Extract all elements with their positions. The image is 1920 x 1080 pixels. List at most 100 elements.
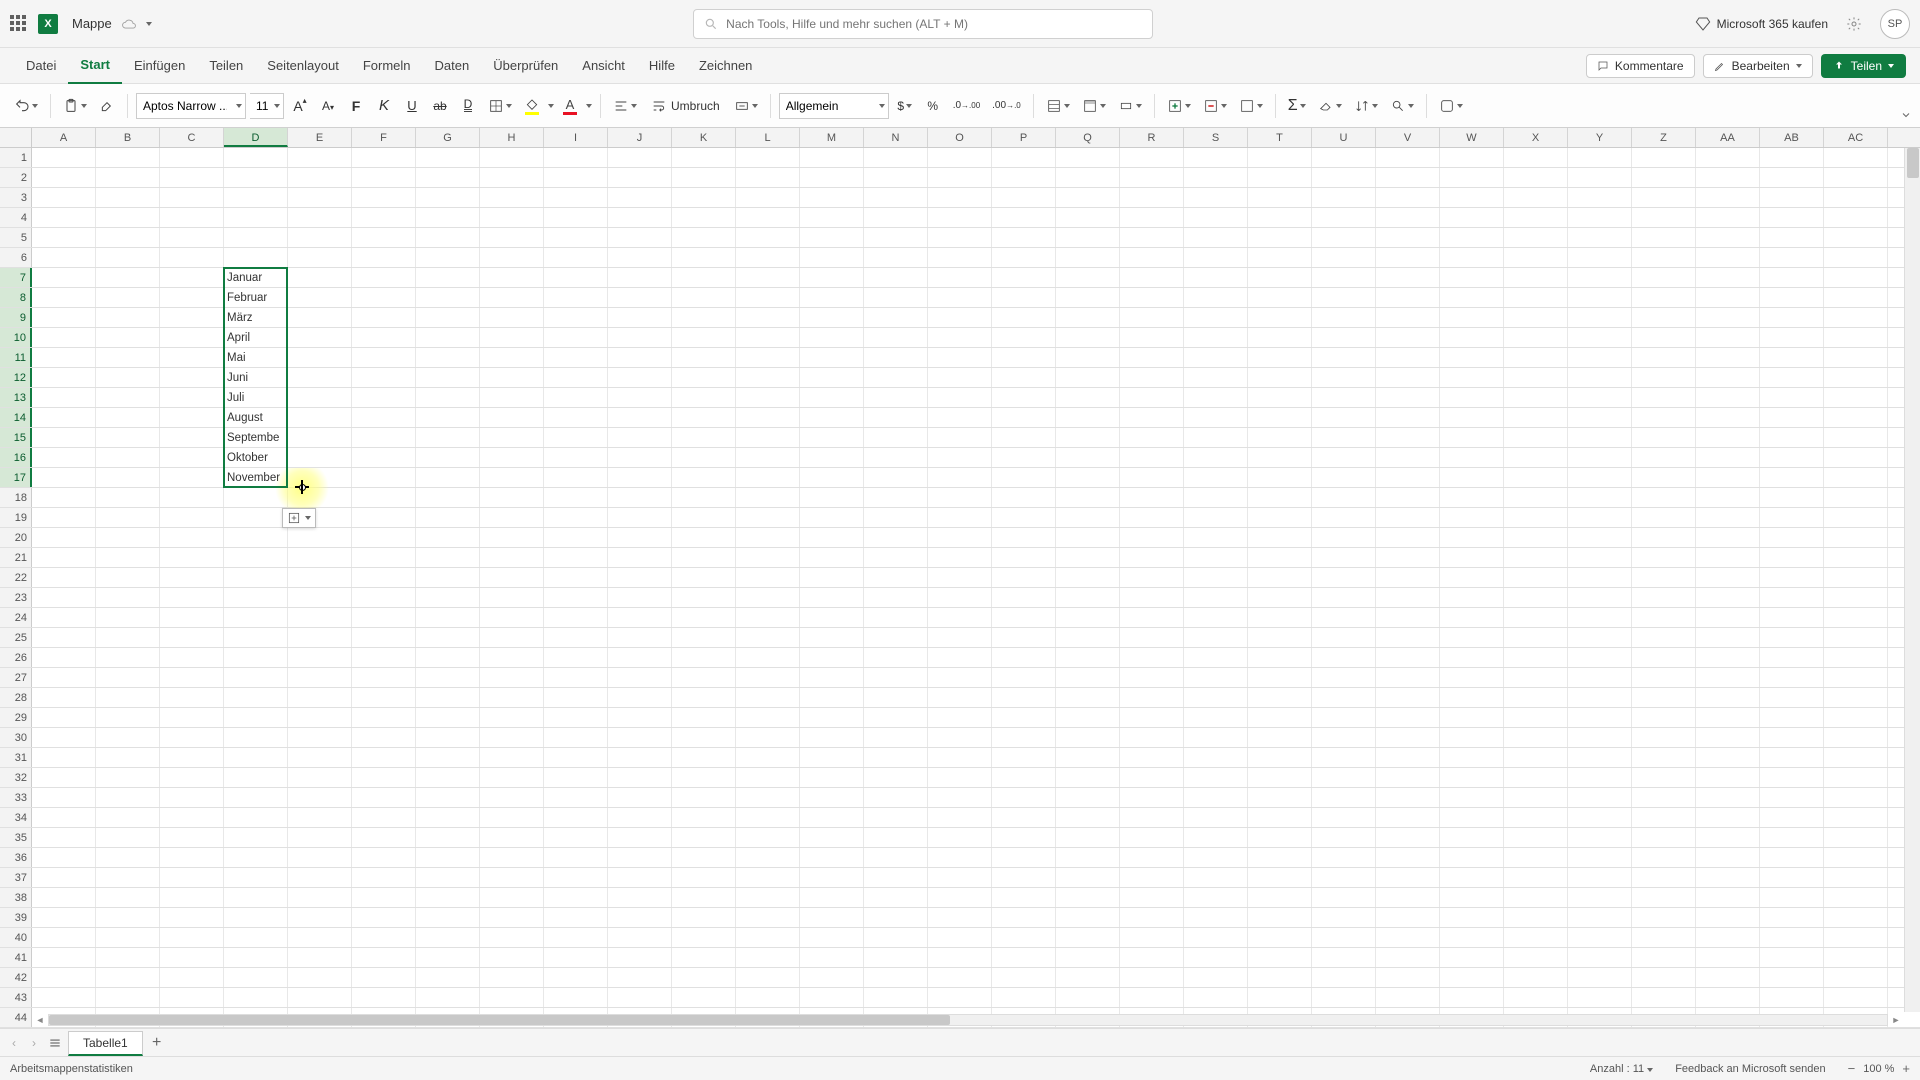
cell[interactable] <box>608 608 672 627</box>
cell[interactable] <box>1312 588 1376 607</box>
cell[interactable] <box>544 368 608 387</box>
autofill-options-button[interactable] <box>282 508 316 528</box>
cell[interactable] <box>672 548 736 567</box>
cell[interactable] <box>352 468 416 487</box>
cell[interactable] <box>544 328 608 347</box>
cell[interactable] <box>736 968 800 987</box>
cell[interactable] <box>160 328 224 347</box>
cell[interactable] <box>96 548 160 567</box>
cell[interactable] <box>352 508 416 527</box>
cell[interactable] <box>160 368 224 387</box>
font-color-button[interactable]: A <box>558 92 582 120</box>
cell[interactable] <box>1504 248 1568 267</box>
cell[interactable] <box>1824 928 1888 947</box>
cell[interactable] <box>544 928 608 947</box>
cell[interactable] <box>480 228 544 247</box>
cell[interactable] <box>480 348 544 367</box>
cell[interactable] <box>32 588 96 607</box>
cell[interactable] <box>1440 548 1504 567</box>
cell[interactable] <box>864 588 928 607</box>
cell[interactable] <box>1056 988 1120 1007</box>
cell[interactable] <box>1248 168 1312 187</box>
cell[interactable] <box>1312 888 1376 907</box>
cell[interactable] <box>1504 868 1568 887</box>
cell[interactable] <box>1248 288 1312 307</box>
cell[interactable] <box>1696 908 1760 927</box>
column-header[interactable]: J <box>608 128 672 147</box>
cell[interactable] <box>32 348 96 367</box>
cell[interactable] <box>160 628 224 647</box>
cell[interactable] <box>32 708 96 727</box>
cell[interactable] <box>864 408 928 427</box>
cell[interactable] <box>1760 668 1824 687</box>
cell[interactable] <box>1120 168 1184 187</box>
cell[interactable] <box>1120 448 1184 467</box>
cell[interactable] <box>416 708 480 727</box>
paste-button[interactable] <box>59 92 91 120</box>
cell[interactable] <box>480 428 544 447</box>
cell[interactable] <box>352 948 416 967</box>
cell[interactable] <box>544 588 608 607</box>
cell[interactable] <box>1376 648 1440 667</box>
cell[interactable] <box>1568 368 1632 387</box>
cell[interactable] <box>864 668 928 687</box>
cell[interactable] <box>1696 488 1760 507</box>
cell[interactable] <box>1504 548 1568 567</box>
cell[interactable] <box>1312 448 1376 467</box>
cell[interactable] <box>96 808 160 827</box>
cell[interactable] <box>800 328 864 347</box>
horizontal-scrollbar[interactable]: ◄ ► <box>32 1012 1904 1028</box>
cell[interactable]: November <box>224 468 288 487</box>
format-painter-button[interactable] <box>95 92 119 120</box>
cell[interactable] <box>736 208 800 227</box>
cell[interactable] <box>288 228 352 247</box>
cell[interactable] <box>544 228 608 247</box>
cell[interactable]: Septembe <box>224 428 288 447</box>
cell[interactable] <box>160 888 224 907</box>
cell[interactable] <box>1504 348 1568 367</box>
cell[interactable] <box>544 188 608 207</box>
cell[interactable] <box>800 308 864 327</box>
cell[interactable] <box>992 788 1056 807</box>
format-as-table-button[interactable] <box>1078 92 1110 120</box>
cell[interactable] <box>1376 348 1440 367</box>
cell[interactable] <box>864 868 928 887</box>
cell[interactable] <box>1440 188 1504 207</box>
cell[interactable] <box>800 828 864 847</box>
cell[interactable] <box>160 408 224 427</box>
cell[interactable] <box>800 968 864 987</box>
cell[interactable] <box>1696 548 1760 567</box>
cell[interactable] <box>672 608 736 627</box>
cell[interactable] <box>1568 928 1632 947</box>
cell[interactable] <box>992 668 1056 687</box>
cell[interactable] <box>1760 988 1824 1007</box>
cell[interactable] <box>1440 588 1504 607</box>
cell[interactable] <box>288 608 352 627</box>
cell[interactable] <box>416 668 480 687</box>
cell[interactable] <box>352 368 416 387</box>
cell[interactable] <box>864 208 928 227</box>
cell[interactable] <box>1696 968 1760 987</box>
cell[interactable] <box>1184 908 1248 927</box>
cell[interactable] <box>1312 468 1376 487</box>
cell[interactable] <box>992 288 1056 307</box>
cell[interactable] <box>1056 328 1120 347</box>
cell[interactable] <box>416 748 480 767</box>
cell[interactable] <box>1376 528 1440 547</box>
cell[interactable] <box>32 308 96 327</box>
cell[interactable] <box>1376 748 1440 767</box>
cell[interactable] <box>416 768 480 787</box>
cell[interactable] <box>544 528 608 547</box>
cell[interactable] <box>1632 748 1696 767</box>
cell[interactable] <box>1120 508 1184 527</box>
cell[interactable] <box>352 828 416 847</box>
cell[interactable]: Februar <box>224 288 288 307</box>
cell[interactable] <box>1632 388 1696 407</box>
row-header[interactable]: 36 <box>0 848 32 867</box>
cell[interactable] <box>608 668 672 687</box>
cell[interactable] <box>32 828 96 847</box>
cell[interactable] <box>1184 408 1248 427</box>
chevron-down-icon[interactable] <box>548 104 554 108</box>
cell[interactable] <box>672 388 736 407</box>
cell[interactable] <box>864 788 928 807</box>
